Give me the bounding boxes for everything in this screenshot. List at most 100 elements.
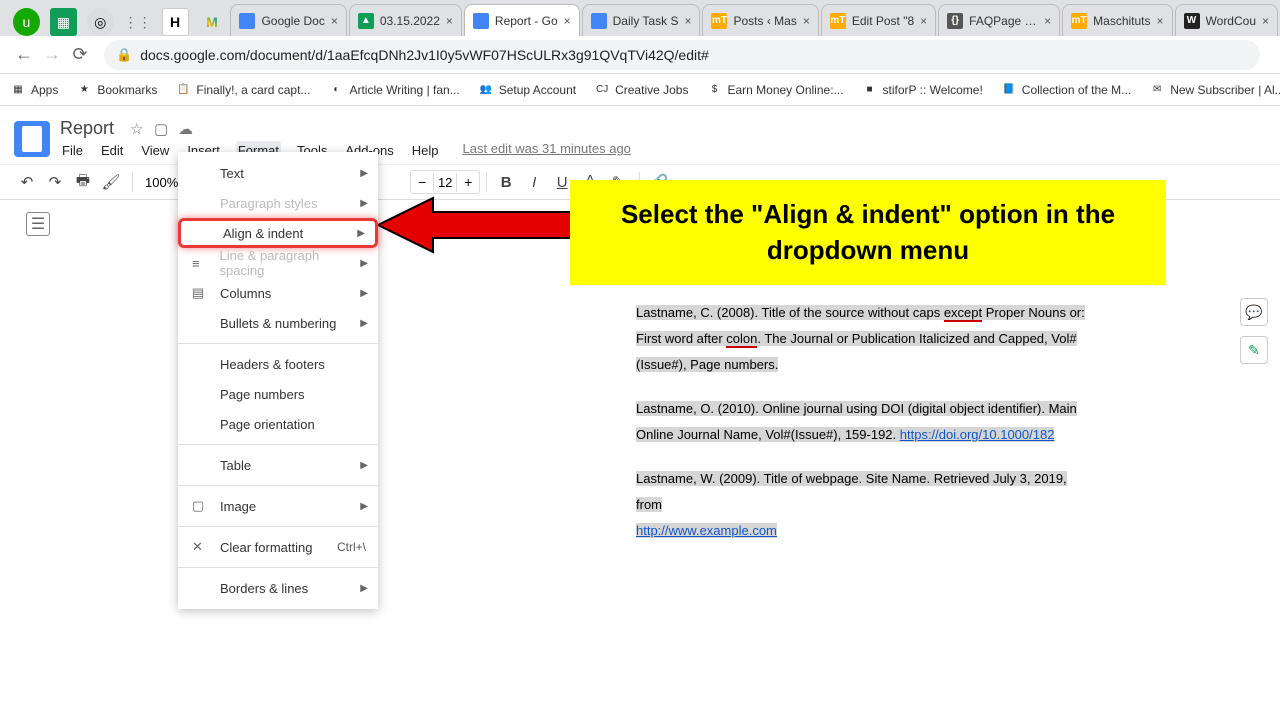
browser-tab-strip: u ▦ ◎ ⋮⋮ H M Google Doc×▲03.15.2022×Repo… [0,0,1280,36]
format-image[interactable]: ▢Image▶ [178,491,378,521]
format-page-numbers[interactable]: Page numbers [178,379,378,409]
format-align-indent[interactable]: Align & indent▶ [178,218,378,248]
cloud-status-icon[interactable]: ☁ [178,120,196,138]
suggest-edits-icon[interactable]: ✎ [1240,336,1268,364]
bookmark-icon: ■ [862,82,878,98]
bookmark-item[interactable]: ■stiforP :: Welcome! [862,82,983,98]
paint-format-button[interactable]: 🖌 [98,169,124,195]
format-paragraph-styles[interactable]: Paragraph styles▶ [178,188,378,218]
tab-title: FAQPage JS [969,14,1038,28]
close-icon[interactable]: × [920,14,927,28]
browser-tab[interactable]: {}FAQPage JS× [938,4,1060,36]
browser-tab[interactable]: W WordCou × [1175,4,1278,36]
format-text[interactable]: Text▶ [178,158,378,188]
forward-button[interactable]: → [38,41,66,69]
close-icon[interactable]: × [1157,14,1164,28]
bookmark-item[interactable]: ✉New Subscriber | Al... [1149,82,1280,98]
submenu-arrow-icon: ▶ [360,168,368,179]
favicon [591,13,607,29]
close-icon[interactable]: × [803,14,810,28]
submenu-arrow-icon: ▶ [360,258,368,269]
tab-title: Edit Post "8 [852,14,914,28]
app-icon[interactable]: ⋮⋮ [124,8,152,36]
url-field[interactable]: 🔒 docs.google.com/document/d/1aaEfcqDNh2… [104,40,1260,70]
favicon: ▲ [358,13,374,29]
star-icon[interactable]: ☆ [130,120,148,138]
print-button[interactable]: 🖶 [70,169,96,195]
close-icon[interactable]: × [684,14,691,28]
example-link[interactable]: http://www.example.com [636,523,777,538]
back-button[interactable]: ← [10,41,38,69]
bookmark-icon: CJ [594,82,610,98]
undo-button[interactable]: ↶ [14,169,40,195]
address-bar: ← → ⟳ 🔒 docs.google.com/document/d/1aaEf… [0,36,1280,74]
bookmark-item[interactable]: ▦Apps [10,82,58,98]
menu-file[interactable]: File [60,141,85,160]
docs-logo-icon[interactable] [14,121,50,157]
bookmark-icon: ✉ [1149,82,1165,98]
bookmark-item[interactable]: 📘Collection of the M... [1001,82,1131,98]
tab-title: 03.15.2022 [380,14,440,28]
submenu-arrow-icon: ▶ [360,501,368,512]
redo-button[interactable]: ↷ [42,169,68,195]
font-size-value[interactable]: 12 [433,173,457,192]
browser-tab[interactable]: Google Doc × [230,4,346,36]
menu-item-icon: ✕ [192,539,212,555]
add-comment-icon[interactable]: 💬 [1240,298,1268,326]
close-icon[interactable]: × [1044,14,1051,28]
doi-link[interactable]: https://doi.org/10.1000/182 [900,427,1055,442]
browser-tab[interactable]: Report - Go × [464,4,580,36]
lock-icon: 🔒 [116,47,132,63]
format-line-paragraph-spacing[interactable]: ≡Line & paragraph spacing▶ [178,248,378,278]
format-headers-footers[interactable]: Headers & footers [178,349,378,379]
format-table[interactable]: Table▶ [178,450,378,480]
menu-view[interactable]: View [139,141,171,160]
menu-item-icon: ≡ [192,256,212,271]
outline-toggle-icon[interactable]: ☰ [26,212,50,236]
browser-tab[interactable]: mTPosts ‹ Mas× [702,4,818,36]
app-icon[interactable]: ◎ [87,8,114,36]
bookmark-icon: ★ [76,82,92,98]
tab-title: Report - Go [495,14,558,28]
close-icon[interactable]: × [564,14,571,28]
reload-button[interactable]: ⟳ [66,41,94,69]
sheets-icon[interactable]: ▦ [50,8,77,36]
bookmark-item[interactable]: ◐Article Writing | fan... [328,82,459,98]
gmail-icon[interactable]: M [199,8,226,36]
bookmark-item[interactable]: 👥Setup Account [478,82,576,98]
upwork-icon[interactable]: u [13,8,40,36]
browser-tab[interactable]: Daily Task S× [582,4,701,36]
tab-title: Posts ‹ Mas [733,14,796,28]
submenu-arrow-icon: ▶ [360,583,368,594]
browser-tab[interactable]: mT Maschituts × [1062,4,1172,36]
bookmark-item[interactable]: $Earn Money Online:... [706,82,843,98]
document-body[interactable]: Lastname, C. (2008). Title of the source… [636,300,1096,562]
bookmark-item[interactable]: 📋Finally!, a card capt... [175,82,310,98]
close-icon[interactable]: × [1262,14,1269,28]
bookmark-icon: $ [706,82,722,98]
close-icon[interactable]: × [331,14,338,28]
browser-tab[interactable]: mTEdit Post "8× [821,4,936,36]
favicon: W [1184,13,1200,29]
close-icon[interactable]: × [446,14,453,28]
tab-title: WordCou [1206,14,1256,28]
format-columns[interactable]: ▤Columns▶ [178,278,378,308]
favicon: mT [1071,13,1087,29]
last-edit-info[interactable]: Last edit was 31 minutes ago [463,141,631,160]
format-clear-formatting[interactable]: ✕Clear formattingCtrl+\ [178,532,378,562]
bookmark-icon: 📘 [1001,82,1017,98]
bookmark-item[interactable]: ★Bookmarks [76,82,157,98]
app-icon[interactable]: H [162,8,189,36]
menu-edit[interactable]: Edit [99,141,125,160]
side-tools: 💬 ✎ [1240,298,1268,364]
document-title[interactable]: Report [60,118,114,139]
bookmark-item[interactable]: CJCreative Jobs [594,82,688,98]
format-bullets-numbering[interactable]: Bullets & numbering▶ [178,308,378,338]
tab-title: Maschituts [1093,14,1150,28]
format-borders-lines[interactable]: Borders & lines▶ [178,573,378,603]
move-icon[interactable]: ▢ [154,120,172,138]
format-page-orientation[interactable]: Page orientation [178,409,378,439]
tab-title: Google Doc [261,14,324,28]
menu-help[interactable]: Help [410,141,441,160]
browser-tab[interactable]: ▲ 03.15.2022 × [349,4,462,36]
